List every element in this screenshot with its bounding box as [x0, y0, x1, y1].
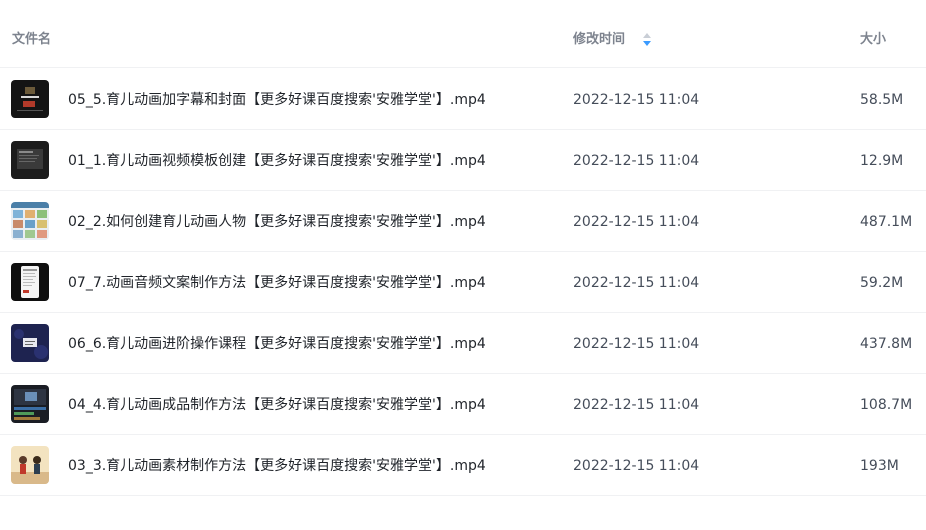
- file-size: 437.8M: [860, 336, 913, 352]
- file-modified-time: 2022-12-15 11:04: [573, 275, 700, 291]
- column-header-size[interactable]: 大小: [860, 31, 886, 49]
- file-modified-time: 2022-12-15 11:04: [573, 153, 700, 169]
- file-row[interactable]: 02_2.如何创建育儿动画人物【更多好课百度搜索'安雅学堂'】.mp4 2022…: [0, 191, 926, 252]
- file-name[interactable]: 06_6.育儿动画进阶操作课程【更多好课百度搜索'安雅学堂'】.mp4: [68, 334, 486, 354]
- sort-descending-icon[interactable]: [642, 32, 652, 48]
- file-name[interactable]: 04_4.育儿动画成品制作方法【更多好课百度搜索'安雅学堂'】.mp4: [68, 395, 486, 415]
- video-thumbnail: [11, 141, 49, 179]
- file-modified-time: 2022-12-15 11:04: [573, 458, 700, 474]
- video-thumbnail: [11, 263, 49, 301]
- file-name[interactable]: 05_5.育儿动画加字幕和封面【更多好课百度搜索'安雅学堂'】.mp4: [68, 90, 486, 110]
- file-row[interactable]: 01_1.育儿动画视频模板创建【更多好课百度搜索'安雅学堂'】.mp4 2022…: [0, 130, 926, 191]
- file-row[interactable]: 03_3.育儿动画素材制作方法【更多好课百度搜索'安雅学堂'】.mp4 2022…: [0, 435, 926, 496]
- file-modified-time: 2022-12-15 11:04: [573, 397, 700, 413]
- file-size: 12.9M: [860, 153, 904, 169]
- file-modified-time: 2022-12-15 11:04: [573, 336, 700, 352]
- file-modified-time: 2022-12-15 11:04: [573, 92, 700, 108]
- video-thumbnail: [11, 446, 49, 484]
- video-thumbnail: [11, 324, 49, 362]
- file-row[interactable]: 07_7.动画音频文案制作方法【更多好课百度搜索'安雅学堂'】.mp4 2022…: [0, 252, 926, 313]
- file-list: 05_5.育儿动画加字幕和封面【更多好课百度搜索'安雅学堂'】.mp4 2022…: [0, 69, 926, 496]
- video-thumbnail: [11, 202, 49, 240]
- file-name[interactable]: 02_2.如何创建育儿动画人物【更多好课百度搜索'安雅学堂'】.mp4: [68, 212, 486, 232]
- file-modified-time: 2022-12-15 11:04: [573, 214, 700, 230]
- file-size: 59.2M: [860, 275, 904, 291]
- video-thumbnail: [11, 385, 49, 423]
- column-header-name[interactable]: 文件名: [12, 31, 51, 49]
- video-thumbnail: [11, 80, 49, 118]
- file-row[interactable]: 04_4.育儿动画成品制作方法【更多好课百度搜索'安雅学堂'】.mp4 2022…: [0, 374, 926, 435]
- file-size: 193M: [860, 458, 899, 474]
- file-name[interactable]: 01_1.育儿动画视频模板创建【更多好课百度搜索'安雅学堂'】.mp4: [68, 151, 486, 171]
- file-row[interactable]: 06_6.育儿动画进阶操作课程【更多好课百度搜索'安雅学堂'】.mp4 2022…: [0, 313, 926, 374]
- column-header-modified[interactable]: 修改时间: [573, 31, 625, 49]
- file-size: 108.7M: [860, 397, 913, 413]
- file-row[interactable]: 05_5.育儿动画加字幕和封面【更多好课百度搜索'安雅学堂'】.mp4 2022…: [0, 69, 926, 130]
- file-size: 487.1M: [860, 214, 913, 230]
- file-name[interactable]: 03_3.育儿动画素材制作方法【更多好课百度搜索'安雅学堂'】.mp4: [68, 456, 486, 476]
- file-list-header: 文件名 修改时间 大小: [0, 0, 926, 68]
- file-size: 58.5M: [860, 92, 904, 108]
- file-name[interactable]: 07_7.动画音频文案制作方法【更多好课百度搜索'安雅学堂'】.mp4: [68, 273, 486, 293]
